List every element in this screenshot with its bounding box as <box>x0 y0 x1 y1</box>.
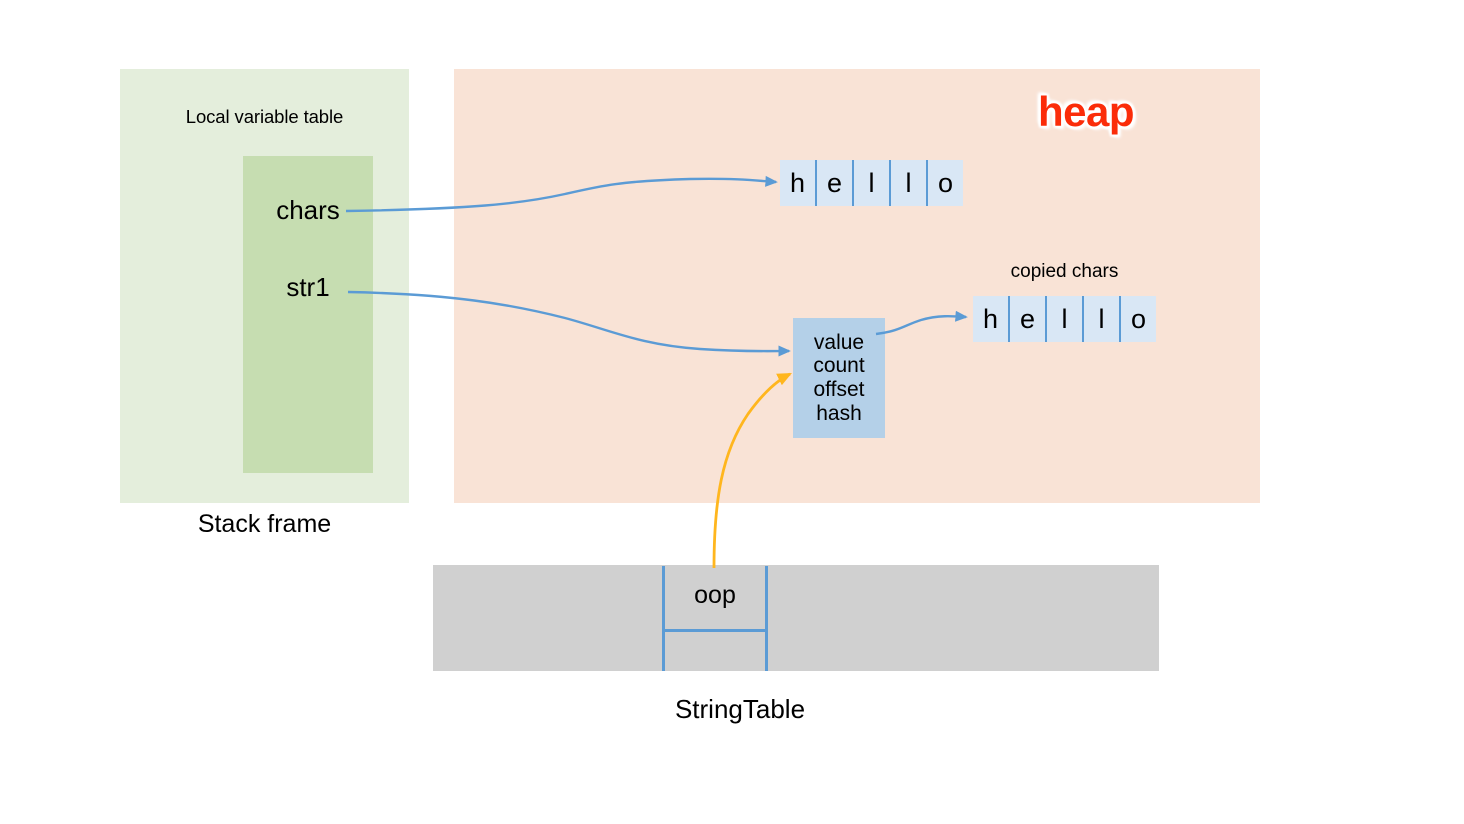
stack-frame-label: Stack frame <box>197 510 332 538</box>
char-cell: h <box>780 160 817 206</box>
char-cell: l <box>854 160 891 206</box>
char-cell: l <box>1047 296 1084 342</box>
original-char-array: h e l l o <box>780 160 963 206</box>
heap-label: heap <box>1038 88 1135 135</box>
char-cell: o <box>1130 303 1147 334</box>
variable-chars: chars <box>276 195 340 225</box>
char-cell: h <box>973 296 1010 342</box>
string-field-count: count <box>813 354 865 378</box>
variable-str1: str1 <box>286 272 330 302</box>
char-cell: l <box>891 160 928 206</box>
char-cell: o <box>937 167 954 198</box>
string-table-oop-label: oop <box>694 581 736 609</box>
string-field-offset: offset <box>813 378 865 401</box>
string-table-panel <box>433 565 1159 671</box>
char-cell: l <box>1084 296 1121 342</box>
char-cell: e <box>817 160 854 206</box>
diagram-canvas: Local variable table chars str1 Stack fr… <box>0 0 1464 824</box>
string-field-value: value <box>813 330 865 354</box>
local-variable-table-label: Local variable table <box>185 106 344 127</box>
copied-char-array: h e l l o <box>973 296 1156 342</box>
char-cell: e <box>1010 296 1047 342</box>
string-field-hash: hash <box>816 401 862 425</box>
string-table-cell: oop <box>662 566 768 671</box>
string-object-box: value count offset hash <box>793 318 885 438</box>
string-table-label: StringTable <box>674 694 806 724</box>
copied-chars-label: copied chars <box>1010 261 1119 282</box>
string-table-cell-top: oop <box>662 566 768 632</box>
